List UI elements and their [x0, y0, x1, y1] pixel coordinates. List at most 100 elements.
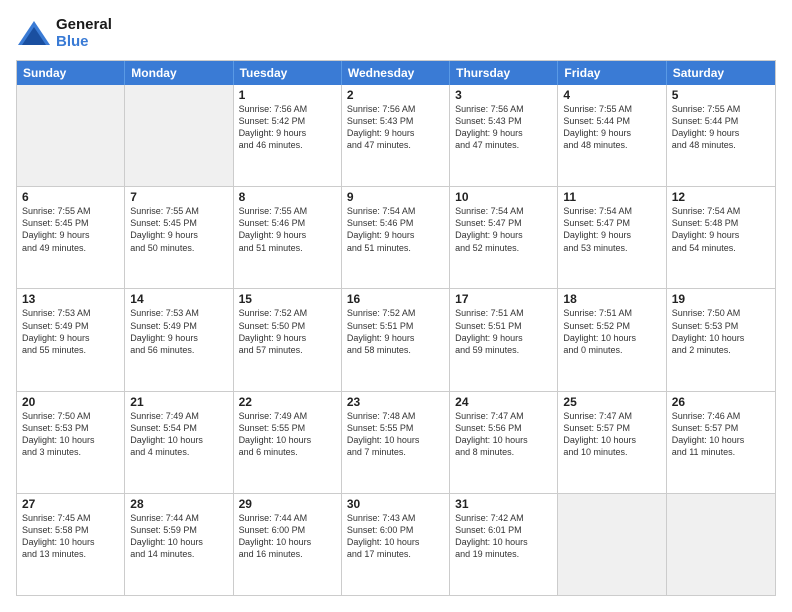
day-number: 5 [672, 88, 770, 102]
calendar-day-7: 7Sunrise: 7:55 AM Sunset: 5:45 PM Daylig… [125, 187, 233, 288]
calendar-header: SundayMondayTuesdayWednesdayThursdayFrid… [17, 61, 775, 85]
day-info: Sunrise: 7:44 AM Sunset: 6:00 PM Dayligh… [239, 512, 336, 561]
calendar-row-4: 20Sunrise: 7:50 AM Sunset: 5:53 PM Dayli… [17, 391, 775, 493]
calendar-day-10: 10Sunrise: 7:54 AM Sunset: 5:47 PM Dayli… [450, 187, 558, 288]
calendar-body: 1Sunrise: 7:56 AM Sunset: 5:42 PM Daylig… [17, 85, 775, 595]
calendar-day-17: 17Sunrise: 7:51 AM Sunset: 5:51 PM Dayli… [450, 289, 558, 390]
calendar-day-12: 12Sunrise: 7:54 AM Sunset: 5:48 PM Dayli… [667, 187, 775, 288]
calendar: SundayMondayTuesdayWednesdayThursdayFrid… [16, 60, 776, 596]
day-info: Sunrise: 7:53 AM Sunset: 5:49 PM Dayligh… [130, 307, 227, 356]
calendar-day-27: 27Sunrise: 7:45 AM Sunset: 5:58 PM Dayli… [17, 494, 125, 595]
day-info: Sunrise: 7:50 AM Sunset: 5:53 PM Dayligh… [22, 410, 119, 459]
calendar-day-4: 4Sunrise: 7:55 AM Sunset: 5:44 PM Daylig… [558, 85, 666, 186]
header-day-monday: Monday [125, 61, 233, 85]
day-number: 29 [239, 497, 336, 511]
header-day-wednesday: Wednesday [342, 61, 450, 85]
day-info: Sunrise: 7:55 AM Sunset: 5:45 PM Dayligh… [130, 205, 227, 254]
header-day-saturday: Saturday [667, 61, 775, 85]
calendar-row-2: 6Sunrise: 7:55 AM Sunset: 5:45 PM Daylig… [17, 186, 775, 288]
day-number: 4 [563, 88, 660, 102]
calendar-day-21: 21Sunrise: 7:49 AM Sunset: 5:54 PM Dayli… [125, 392, 233, 493]
day-info: Sunrise: 7:56 AM Sunset: 5:43 PM Dayligh… [455, 103, 552, 152]
calendar-day-29: 29Sunrise: 7:44 AM Sunset: 6:00 PM Dayli… [234, 494, 342, 595]
logo-text: General Blue [56, 16, 112, 50]
calendar-day-19: 19Sunrise: 7:50 AM Sunset: 5:53 PM Dayli… [667, 289, 775, 390]
calendar-day-11: 11Sunrise: 7:54 AM Sunset: 5:47 PM Dayli… [558, 187, 666, 288]
calendar-empty-cell [667, 494, 775, 595]
calendar-day-13: 13Sunrise: 7:53 AM Sunset: 5:49 PM Dayli… [17, 289, 125, 390]
calendar-day-15: 15Sunrise: 7:52 AM Sunset: 5:50 PM Dayli… [234, 289, 342, 390]
day-info: Sunrise: 7:53 AM Sunset: 5:49 PM Dayligh… [22, 307, 119, 356]
day-info: Sunrise: 7:51 AM Sunset: 5:51 PM Dayligh… [455, 307, 552, 356]
day-number: 8 [239, 190, 336, 204]
calendar-day-1: 1Sunrise: 7:56 AM Sunset: 5:42 PM Daylig… [234, 85, 342, 186]
day-info: Sunrise: 7:43 AM Sunset: 6:00 PM Dayligh… [347, 512, 444, 561]
calendar-day-20: 20Sunrise: 7:50 AM Sunset: 5:53 PM Dayli… [17, 392, 125, 493]
calendar-empty-cell [125, 85, 233, 186]
calendar-empty-cell [17, 85, 125, 186]
day-number: 2 [347, 88, 444, 102]
day-number: 27 [22, 497, 119, 511]
day-info: Sunrise: 7:52 AM Sunset: 5:50 PM Dayligh… [239, 307, 336, 356]
day-number: 10 [455, 190, 552, 204]
day-info: Sunrise: 7:49 AM Sunset: 5:55 PM Dayligh… [239, 410, 336, 459]
header: General Blue [16, 16, 776, 50]
header-day-thursday: Thursday [450, 61, 558, 85]
calendar-empty-cell [558, 494, 666, 595]
calendar-day-2: 2Sunrise: 7:56 AM Sunset: 5:43 PM Daylig… [342, 85, 450, 186]
calendar-day-26: 26Sunrise: 7:46 AM Sunset: 5:57 PM Dayli… [667, 392, 775, 493]
calendar-day-31: 31Sunrise: 7:42 AM Sunset: 6:01 PM Dayli… [450, 494, 558, 595]
day-number: 28 [130, 497, 227, 511]
day-number: 6 [22, 190, 119, 204]
day-number: 25 [563, 395, 660, 409]
day-number: 14 [130, 292, 227, 306]
header-day-friday: Friday [558, 61, 666, 85]
day-number: 11 [563, 190, 660, 204]
logo: General Blue [16, 16, 112, 50]
day-info: Sunrise: 7:54 AM Sunset: 5:47 PM Dayligh… [563, 205, 660, 254]
day-number: 18 [563, 292, 660, 306]
day-number: 24 [455, 395, 552, 409]
day-info: Sunrise: 7:54 AM Sunset: 5:46 PM Dayligh… [347, 205, 444, 254]
day-info: Sunrise: 7:50 AM Sunset: 5:53 PM Dayligh… [672, 307, 770, 356]
calendar-day-23: 23Sunrise: 7:48 AM Sunset: 5:55 PM Dayli… [342, 392, 450, 493]
header-day-tuesday: Tuesday [234, 61, 342, 85]
page: General Blue SundayMondayTuesdayWednesda… [0, 0, 792, 612]
day-number: 22 [239, 395, 336, 409]
calendar-day-28: 28Sunrise: 7:44 AM Sunset: 5:59 PM Dayli… [125, 494, 233, 595]
day-info: Sunrise: 7:55 AM Sunset: 5:45 PM Dayligh… [22, 205, 119, 254]
calendar-day-18: 18Sunrise: 7:51 AM Sunset: 5:52 PM Dayli… [558, 289, 666, 390]
calendar-day-5: 5Sunrise: 7:55 AM Sunset: 5:44 PM Daylig… [667, 85, 775, 186]
calendar-day-8: 8Sunrise: 7:55 AM Sunset: 5:46 PM Daylig… [234, 187, 342, 288]
calendar-day-9: 9Sunrise: 7:54 AM Sunset: 5:46 PM Daylig… [342, 187, 450, 288]
day-number: 26 [672, 395, 770, 409]
day-info: Sunrise: 7:49 AM Sunset: 5:54 PM Dayligh… [130, 410, 227, 459]
day-info: Sunrise: 7:54 AM Sunset: 5:47 PM Dayligh… [455, 205, 552, 254]
day-number: 23 [347, 395, 444, 409]
day-info: Sunrise: 7:52 AM Sunset: 5:51 PM Dayligh… [347, 307, 444, 356]
calendar-day-30: 30Sunrise: 7:43 AM Sunset: 6:00 PM Dayli… [342, 494, 450, 595]
day-info: Sunrise: 7:56 AM Sunset: 5:43 PM Dayligh… [347, 103, 444, 152]
day-number: 19 [672, 292, 770, 306]
day-number: 12 [672, 190, 770, 204]
day-info: Sunrise: 7:54 AM Sunset: 5:48 PM Dayligh… [672, 205, 770, 254]
day-info: Sunrise: 7:55 AM Sunset: 5:46 PM Dayligh… [239, 205, 336, 254]
calendar-day-16: 16Sunrise: 7:52 AM Sunset: 5:51 PM Dayli… [342, 289, 450, 390]
calendar-day-24: 24Sunrise: 7:47 AM Sunset: 5:56 PM Dayli… [450, 392, 558, 493]
day-number: 21 [130, 395, 227, 409]
day-info: Sunrise: 7:55 AM Sunset: 5:44 PM Dayligh… [563, 103, 660, 152]
calendar-day-14: 14Sunrise: 7:53 AM Sunset: 5:49 PM Dayli… [125, 289, 233, 390]
calendar-day-22: 22Sunrise: 7:49 AM Sunset: 5:55 PM Dayli… [234, 392, 342, 493]
day-info: Sunrise: 7:42 AM Sunset: 6:01 PM Dayligh… [455, 512, 552, 561]
day-info: Sunrise: 7:51 AM Sunset: 5:52 PM Dayligh… [563, 307, 660, 356]
day-number: 17 [455, 292, 552, 306]
logo-icon [16, 19, 52, 47]
day-number: 9 [347, 190, 444, 204]
day-info: Sunrise: 7:55 AM Sunset: 5:44 PM Dayligh… [672, 103, 770, 152]
day-info: Sunrise: 7:45 AM Sunset: 5:58 PM Dayligh… [22, 512, 119, 561]
day-info: Sunrise: 7:56 AM Sunset: 5:42 PM Dayligh… [239, 103, 336, 152]
day-info: Sunrise: 7:44 AM Sunset: 5:59 PM Dayligh… [130, 512, 227, 561]
day-info: Sunrise: 7:46 AM Sunset: 5:57 PM Dayligh… [672, 410, 770, 459]
day-info: Sunrise: 7:48 AM Sunset: 5:55 PM Dayligh… [347, 410, 444, 459]
day-number: 7 [130, 190, 227, 204]
